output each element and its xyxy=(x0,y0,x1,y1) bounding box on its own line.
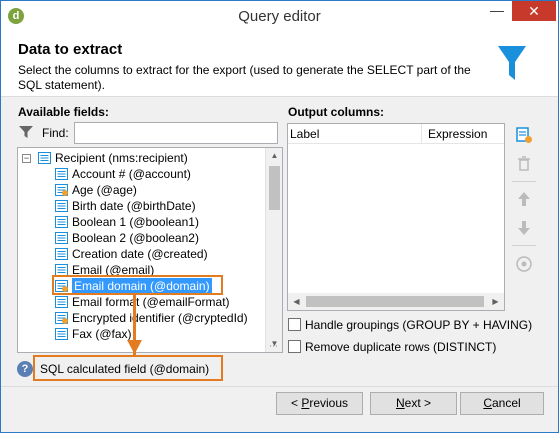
previous-rest: revious xyxy=(309,396,349,410)
query-editor-window: d Query editor — ✕ Data to extract Selec… xyxy=(0,0,559,433)
header-panel: Data to extract Select the columns to ex… xyxy=(1,31,558,97)
page-title: Data to extract xyxy=(18,41,123,58)
distribution-icon[interactable] xyxy=(515,255,533,273)
tree-item-label: Boolean 2 (@boolean2) xyxy=(72,231,199,245)
next-button[interactable]: Next > xyxy=(370,392,457,415)
tree-item-label: Age (@age) xyxy=(72,183,137,197)
remove-duplicates-option[interactable]: Remove duplicate rows (DISTINCT) xyxy=(288,339,496,355)
field-icon xyxy=(55,168,68,180)
filter-icon xyxy=(19,126,33,138)
available-fields-label: Available fields: xyxy=(18,105,109,119)
field-icon xyxy=(55,328,68,340)
collapse-icon[interactable]: − xyxy=(22,154,31,163)
column-separator xyxy=(421,124,422,144)
next-rest: ext > xyxy=(404,396,432,410)
remove-duplicates-checkbox[interactable] xyxy=(288,340,301,354)
table-icon xyxy=(38,152,51,164)
grid-horizontal-scrollbar[interactable]: ◀ ▶ xyxy=(288,293,504,310)
field-icon xyxy=(55,232,68,244)
move-down-icon[interactable] xyxy=(515,219,533,237)
tree-item-label: Account # (@account) xyxy=(72,167,191,181)
minimize-button[interactable]: — xyxy=(484,1,510,21)
output-columns-grid[interactable]: Label Expression ◀ ▶ xyxy=(287,123,505,311)
toolbar-separator xyxy=(512,245,536,246)
move-up-icon[interactable] xyxy=(515,190,533,208)
cancel-mnemonic: C xyxy=(483,396,492,410)
find-label: Find: xyxy=(42,126,69,140)
scroll-thumb[interactable] xyxy=(269,166,280,210)
tree-item-label: Email format (@emailFormat) xyxy=(72,295,230,309)
handle-groupings-checkbox[interactable] xyxy=(288,318,301,332)
output-columns-label: Output columns: xyxy=(288,105,384,119)
tree-scrollbar[interactable]: ▲ ▼ xyxy=(265,148,282,352)
tree-item-label: Fax (@fax) xyxy=(72,327,132,341)
highlight-selected-field xyxy=(52,275,223,295)
tree-item-label: Boolean 1 (@boolean1) xyxy=(72,215,199,229)
tree-item-label: Creation date (@created) xyxy=(72,247,208,261)
next-mnemonic: N xyxy=(395,396,405,410)
column-header-expression[interactable]: Expression xyxy=(428,127,487,141)
field-icon xyxy=(55,248,68,260)
close-button[interactable]: ✕ xyxy=(512,1,556,21)
remove-duplicates-label: Remove duplicate rows (DISTINCT) xyxy=(305,339,497,354)
window-title: Query editor xyxy=(238,8,321,25)
previous-button[interactable]: < Previous xyxy=(276,392,363,415)
add-column-icon[interactable] xyxy=(515,126,533,144)
cancel-rest: ancel xyxy=(491,396,521,410)
field-icon xyxy=(55,296,68,308)
grid-header: Label Expression xyxy=(288,124,504,144)
scroll-right-arrow-icon[interactable]: ▶ xyxy=(487,293,504,310)
page-description: Select the columns to extract for the ex… xyxy=(18,63,471,92)
highlight-status xyxy=(33,355,223,381)
grid-scroll-thumb[interactable] xyxy=(306,296,484,307)
field-icon xyxy=(55,216,68,228)
available-fields-tree[interactable]: − Recipient (nms:recipient) Account # (@ac… xyxy=(17,147,283,353)
handle-groupings-option[interactable]: Handle groupings (GROUP BY + HAVING) xyxy=(288,317,532,333)
previous-prefix: < xyxy=(290,396,302,410)
calc-field-icon xyxy=(55,312,68,324)
field-icon xyxy=(55,200,68,212)
tree-item-label: Birth date (@birthDate) xyxy=(72,199,196,213)
tree-item-label: Recipient (nms:recipient) xyxy=(55,151,188,165)
funnel-icon xyxy=(498,46,526,80)
title-bar: d Query editor — ✕ xyxy=(1,1,558,31)
toolbar-separator xyxy=(512,181,536,182)
help-icon[interactable]: ? xyxy=(17,361,33,377)
column-header-label[interactable]: Label xyxy=(290,127,319,141)
scroll-up-arrow-icon[interactable]: ▲ xyxy=(266,148,282,164)
resize-grip[interactable]: ⋯ xyxy=(269,341,281,351)
handle-groupings-label: Handle groupings (GROUP BY + HAVING) xyxy=(305,317,533,332)
delete-icon[interactable] xyxy=(515,155,533,173)
calc-field-icon xyxy=(55,184,68,196)
arrow-head-icon xyxy=(127,340,142,354)
scroll-left-arrow-icon[interactable]: ◀ xyxy=(288,293,305,310)
find-input[interactable] xyxy=(74,122,278,144)
cancel-button[interactable]: Cancel xyxy=(460,392,544,415)
tree-item-label: Encrypted identifier (@cryptedId) xyxy=(72,311,248,325)
